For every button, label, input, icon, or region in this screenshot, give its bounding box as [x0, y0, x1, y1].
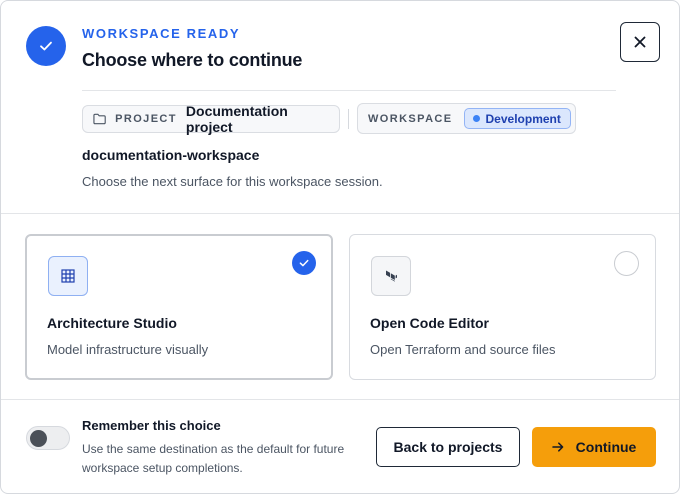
remember-choice-title: Remember this choice	[82, 418, 221, 433]
option-title: Open Code Editor	[370, 315, 489, 331]
option-icon-box	[371, 256, 411, 296]
title-divider	[82, 90, 616, 91]
option-description: Model infrastructure visually	[47, 342, 209, 357]
environment-badge: Development	[463, 108, 571, 129]
option-description: Open Terraform and source files	[370, 342, 556, 357]
dialog-subtitle: Choose the next surface for this workspa…	[82, 174, 383, 189]
remember-choice-description: Use the same destination as the default …	[82, 442, 345, 475]
status-check-badge	[26, 26, 66, 66]
close-icon	[634, 36, 646, 48]
grid-icon	[61, 269, 75, 283]
remember-choice-toggle[interactable]	[26, 426, 70, 450]
check-icon	[299, 259, 309, 267]
toggle-knob	[30, 430, 47, 447]
continue-label: Continue	[575, 439, 637, 455]
workspace-chip: WORKSPACE Development	[357, 103, 576, 134]
option-title: Architecture Studio	[47, 315, 177, 331]
chip-divider	[348, 109, 349, 129]
environment-dot-icon	[472, 115, 480, 122]
option-architecture-studio[interactable]: Architecture Studio Model infrastructure…	[25, 234, 333, 380]
footer-divider	[1, 399, 679, 400]
environment-name: Development	[485, 111, 561, 126]
option-icon-box	[48, 256, 88, 296]
option-open-code-editor[interactable]: Open Code Editor Open Terraform and sour…	[349, 234, 656, 380]
back-to-projects-button[interactable]: Back to projects	[376, 427, 520, 467]
continue-button[interactable]: Continue	[532, 427, 656, 467]
arrow-right-icon	[551, 442, 564, 452]
workspace-dialog: WORKSPACE READY Choose where to continue…	[0, 0, 680, 494]
workspace-label: WORKSPACE	[368, 112, 453, 125]
project-chip: PROJECT Documentation project	[82, 103, 340, 135]
workspace-slug: documentation-workspace	[82, 147, 260, 163]
selected-check-icon	[292, 251, 316, 275]
project-label: PROJECT	[115, 113, 177, 125]
project-name: Documentation project	[185, 103, 288, 135]
close-button[interactable]	[620, 22, 660, 62]
check-icon	[40, 41, 52, 51]
dialog-title: Choose where to continue	[82, 50, 303, 70]
folder-icon	[93, 113, 106, 125]
section-divider	[1, 213, 679, 214]
option-radio[interactable]	[614, 251, 639, 276]
terraform-icon	[386, 270, 397, 282]
dialog-eyebrow: WORKSPACE READY	[82, 26, 241, 41]
